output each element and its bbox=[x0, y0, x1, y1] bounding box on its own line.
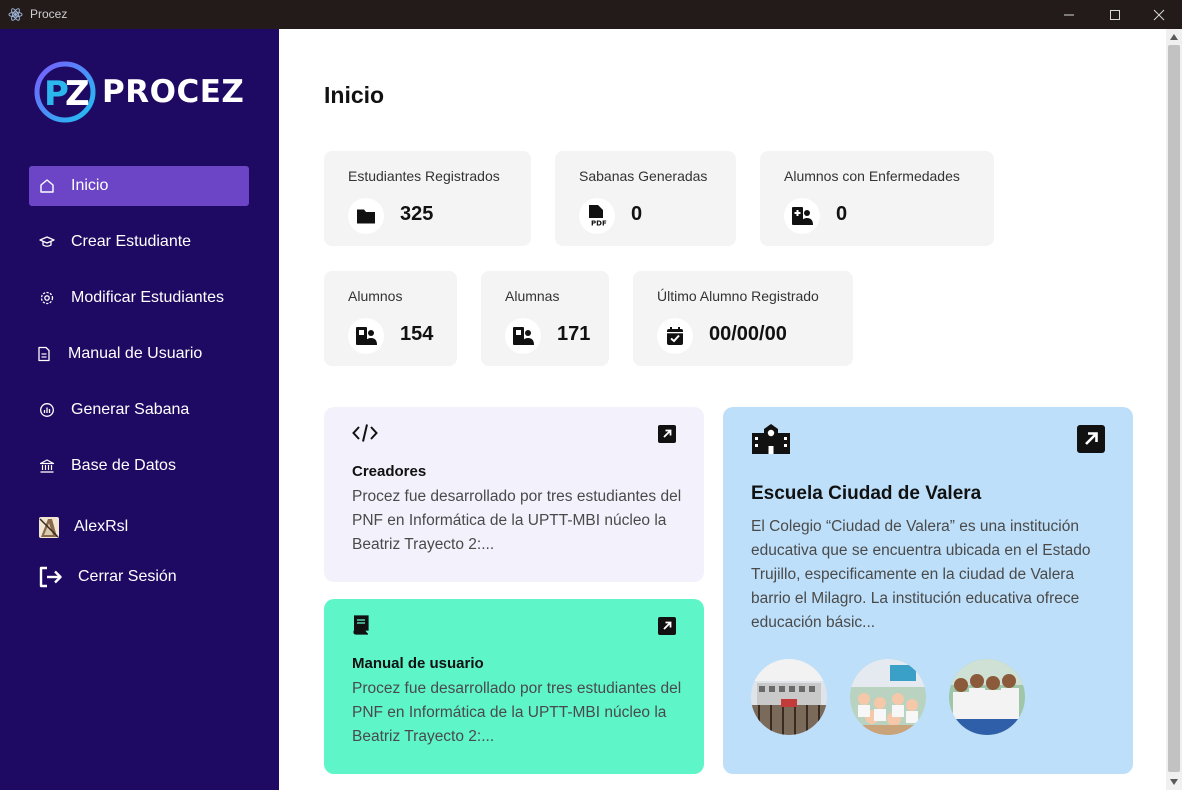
students-photo[interactable] bbox=[949, 659, 1025, 735]
scrollbar-thumb[interactable] bbox=[1168, 45, 1180, 772]
external-link-icon[interactable] bbox=[658, 425, 676, 443]
external-link-icon[interactable] bbox=[658, 617, 676, 635]
home-icon bbox=[38, 177, 56, 195]
classroom-photo[interactable] bbox=[850, 659, 926, 735]
stat-value: 171 bbox=[557, 323, 591, 345]
svg-text:Z: Z bbox=[65, 74, 90, 114]
close-button[interactable] bbox=[1136, 0, 1182, 29]
card-title: Manual de usuario bbox=[352, 655, 484, 672]
nav-item-label: Inicio bbox=[71, 177, 109, 194]
sidebar: P Z PROCEZ Inicio Crear Estudiante Modif… bbox=[0, 29, 279, 790]
logout-icon bbox=[38, 565, 64, 589]
window-titlebar: Procez bbox=[0, 0, 1182, 29]
code-icon bbox=[352, 424, 378, 442]
electron-app-icon bbox=[8, 8, 23, 21]
nav-item-generar-sabana[interactable]: Generar Sabana bbox=[29, 390, 249, 430]
stat-value: 00/00/00 bbox=[709, 323, 787, 345]
card-text: El Colegio “Ciudad de Valera” es una ins… bbox=[751, 518, 1091, 631]
school-photo[interactable] bbox=[751, 659, 827, 735]
stat-label: Último Alumno Registrado bbox=[657, 288, 819, 304]
stat-value: 325 bbox=[400, 203, 434, 225]
gear-icon bbox=[38, 289, 56, 307]
minimize-icon bbox=[1064, 14, 1074, 15]
nav-item-label: Base de Datos bbox=[71, 457, 176, 474]
nav-item-base-de-datos[interactable]: Base de Datos bbox=[29, 446, 249, 486]
graduation-cap-icon bbox=[38, 233, 56, 251]
user-profile[interactable]: AlexRsl bbox=[38, 515, 128, 539]
stat-card-alumnos: Alumnos 154 bbox=[324, 271, 457, 366]
card-title: Creadores bbox=[352, 463, 427, 480]
book-icon bbox=[353, 615, 369, 635]
document-icon bbox=[35, 345, 53, 363]
folder-icon bbox=[348, 198, 384, 234]
scroll-down-button[interactable] bbox=[1166, 774, 1182, 790]
chevron-up-icon bbox=[1170, 34, 1178, 40]
stat-value: 0 bbox=[836, 203, 848, 225]
nav-item-modificar-estudiantes[interactable]: Modificar Estudiantes bbox=[29, 278, 249, 318]
escuela-card[interactable]: Escuela Ciudad de Valera El Colegio “Ciu… bbox=[723, 407, 1133, 774]
female-student-icon bbox=[505, 318, 541, 354]
page-title: Inicio bbox=[324, 82, 385, 108]
maximize-icon bbox=[1110, 9, 1120, 20]
logout-button[interactable]: Cerrar Sesión bbox=[38, 565, 177, 589]
stat-card-alumnos-con-enfermedades: Alumnos con Enfermedades 0 bbox=[760, 151, 994, 246]
brand-name: PROCEZ bbox=[102, 74, 245, 110]
nav-item-label: Crear Estudiante bbox=[71, 233, 192, 250]
stat-card-estudiantes-registrados: Estudiantes Registrados 325 bbox=[324, 151, 531, 246]
stat-label: Estudiantes Registrados bbox=[348, 168, 500, 184]
nav-item-manual-de-usuario[interactable]: Manual de Usuario bbox=[29, 334, 249, 374]
stat-label: Sabanas Generadas bbox=[579, 168, 708, 184]
window-title: Procez bbox=[30, 7, 68, 21]
logout-label: Cerrar Sesión bbox=[78, 568, 177, 585]
database-bank-icon bbox=[38, 457, 56, 475]
stat-card-sabanas-generadas: Sabanas Generadas PDF 0 bbox=[555, 151, 736, 246]
manual-de-usuario-card[interactable]: Manual de usuario Procez fue desarrollad… bbox=[324, 599, 704, 774]
card-text: Procez fue desarrollado por tres estudia… bbox=[352, 488, 682, 553]
stat-label: Alumnos con Enfermedades bbox=[784, 168, 960, 184]
minimize-button[interactable] bbox=[1046, 0, 1092, 29]
nav-item-label: Manual de Usuario bbox=[68, 345, 203, 362]
report-chart-icon bbox=[38, 401, 56, 419]
stat-value: 0 bbox=[631, 203, 643, 225]
stat-card-ultimo-alumno-registrado: Último Alumno Registrado 00/00/00 bbox=[633, 271, 853, 366]
svg-text:PDF: PDF bbox=[591, 220, 607, 228]
male-student-icon bbox=[348, 318, 384, 354]
user-name: AlexRsl bbox=[74, 518, 129, 535]
stat-card-alumnas: Alumnas 171 bbox=[481, 271, 609, 366]
creadores-card[interactable]: Creadores Procez fue desarrollado por tr… bbox=[324, 407, 704, 582]
card-title: Escuela Ciudad de Valera bbox=[751, 483, 982, 504]
external-link-icon[interactable] bbox=[1077, 425, 1105, 453]
nav-item-label: Generar Sabana bbox=[71, 401, 190, 418]
chevron-down-icon bbox=[1170, 779, 1178, 785]
school-building-icon bbox=[752, 424, 790, 454]
stat-value: 154 bbox=[400, 323, 434, 345]
medical-person-icon bbox=[784, 198, 820, 234]
scroll-up-button[interactable] bbox=[1166, 29, 1182, 45]
avatar bbox=[39, 517, 59, 538]
pdf-file-icon: PDF bbox=[579, 198, 615, 234]
stat-label: Alumnas bbox=[505, 288, 560, 304]
maximize-button[interactable] bbox=[1092, 0, 1138, 29]
procez-logo-icon: P Z bbox=[34, 61, 96, 123]
nav-item-crear-estudiante[interactable]: Crear Estudiante bbox=[29, 222, 249, 262]
stat-label: Alumnos bbox=[348, 288, 403, 304]
close-icon bbox=[1153, 9, 1165, 20]
nav-item-inicio[interactable]: Inicio bbox=[29, 166, 249, 206]
calendar-check-icon bbox=[657, 318, 693, 354]
card-text: Procez fue desarrollado por tres estudia… bbox=[352, 680, 682, 745]
nav-item-label: Modificar Estudiantes bbox=[71, 289, 224, 306]
brand-logo[interactable]: P Z PROCEZ bbox=[34, 59, 244, 125]
